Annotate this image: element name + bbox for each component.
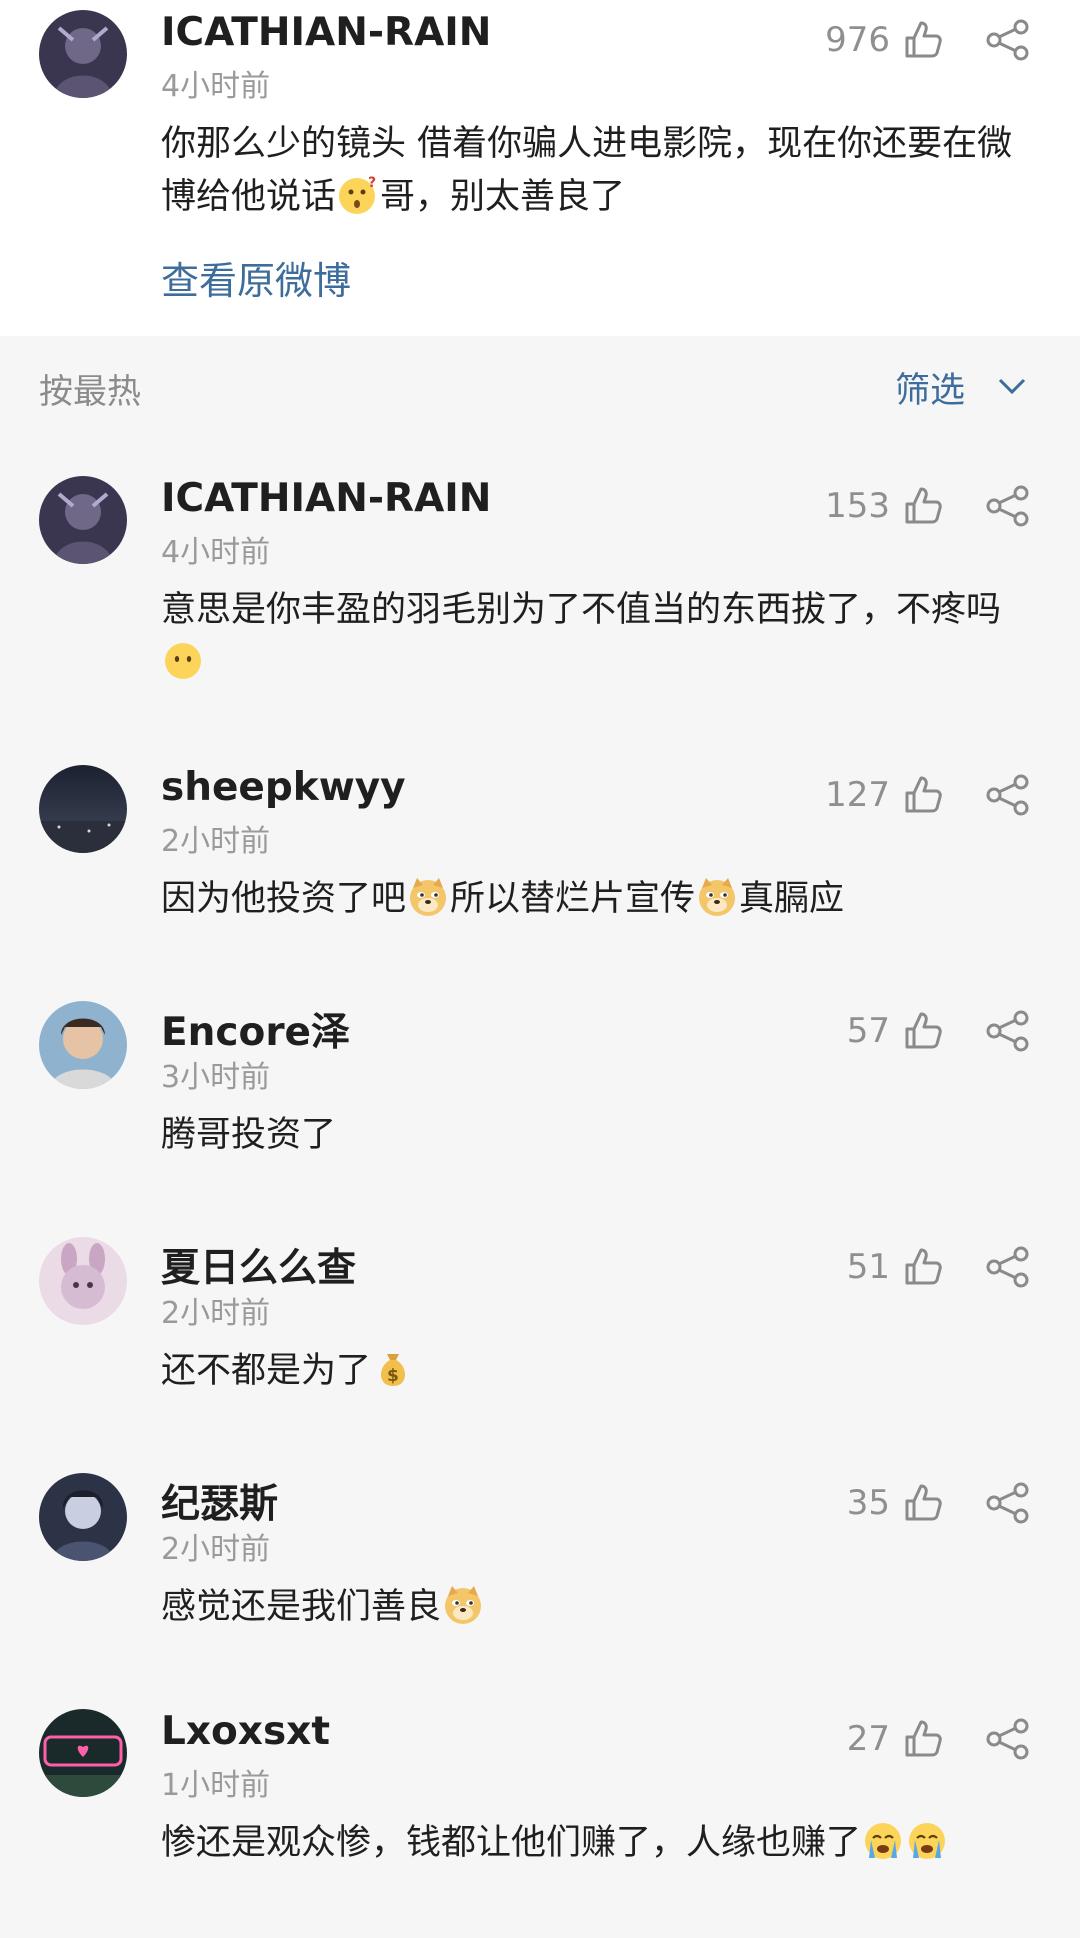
comment-text: 意思是你丰盈的羽毛别为了不值当的东西拔了，不疼吗 — [161, 584, 1041, 690]
comment-text: 惨还是观众惨，钱都让他们赚了，人缘也赚了 — [161, 1817, 1041, 1870]
like-count: 27 — [846, 1719, 890, 1759]
avatar[interactable] — [39, 10, 127, 98]
comment-text: 感觉还是我们善良 — [161, 1581, 1041, 1634]
avatar[interactable] — [39, 1001, 127, 1089]
thumbs-up-icon[interactable] — [903, 1717, 943, 1759]
filter-button[interactable]: 筛选 — [895, 362, 1026, 411]
view-original-weibo-link[interactable]: 查看原微博 — [161, 250, 351, 305]
timestamp: 4小时前 — [161, 69, 271, 104]
share-icon[interactable] — [985, 773, 1031, 817]
crying-face-emoji — [862, 1820, 904, 1862]
username[interactable]: ICATHIAN-RAIN — [161, 476, 491, 521]
comment-text: 腾哥投资了 — [161, 1115, 337, 1155]
share-icon[interactable] — [985, 484, 1031, 528]
money-bag-emoji — [372, 1348, 414, 1390]
chevron-down-icon — [998, 378, 1026, 395]
root-comment-card: ICATHIAN-RAIN 4小时前 976 你那么少的镜头 借着你骗人进电影院… — [0, 0, 1080, 336]
like-count: 35 — [846, 1483, 890, 1523]
timestamp: 4小时前 — [161, 535, 271, 570]
timestamp: 3小时前 — [161, 1060, 271, 1095]
filter-label: 筛选 — [895, 371, 966, 411]
timestamp: 2小时前 — [161, 1532, 271, 1567]
thumbs-up-icon[interactable] — [903, 18, 943, 60]
username[interactable]: Encore泽 — [161, 1001, 350, 1057]
username[interactable]: ICATHIAN-RAIN — [161, 10, 491, 55]
thinking-face-emoji — [337, 174, 379, 216]
like-count: 976 — [825, 20, 890, 60]
comment-text: 你那么少的镜头 借着你骗人进电影院，现在你还要在微博给他说话 哥，别太善良了 — [161, 124, 1013, 217]
like-count: 153 — [825, 486, 890, 526]
share-icon[interactable] — [985, 1245, 1031, 1289]
speechless-face-emoji — [162, 640, 204, 682]
doge-emoji — [696, 876, 738, 918]
comment-text: 因为他投资了吧 所以替烂片宣传 真膈应 — [161, 873, 1041, 926]
share-icon[interactable] — [985, 18, 1031, 62]
thumbs-up-icon[interactable] — [903, 1245, 943, 1287]
avatar[interactable] — [39, 1237, 127, 1325]
avatar[interactable] — [39, 1709, 127, 1797]
timestamp: 2小时前 — [161, 824, 271, 859]
like-count: 127 — [825, 775, 890, 815]
avatar[interactable] — [39, 765, 127, 853]
comment-text: 还不都是为了 — [161, 1345, 1041, 1398]
share-icon[interactable] — [985, 1481, 1031, 1525]
timestamp: 2小时前 — [161, 1296, 271, 1331]
avatar[interactable] — [39, 476, 127, 564]
thumbs-up-icon[interactable] — [903, 1009, 943, 1051]
doge-emoji — [442, 1584, 484, 1626]
thumbs-up-icon[interactable] — [903, 1481, 943, 1523]
username[interactable]: 纪瑟斯 — [161, 1473, 278, 1529]
thumbs-up-icon[interactable] — [903, 773, 943, 815]
doge-emoji — [407, 876, 449, 918]
sort-hottest-label[interactable]: 按最热 — [39, 364, 141, 413]
thumbs-up-icon[interactable] — [903, 484, 943, 526]
share-icon[interactable] — [985, 1717, 1031, 1761]
crying-face-emoji — [906, 1820, 948, 1862]
username[interactable]: sheepkwyy — [161, 765, 406, 810]
like-count: 51 — [846, 1247, 890, 1287]
username[interactable]: 夏日么么查 — [161, 1237, 356, 1293]
timestamp: 1小时前 — [161, 1768, 271, 1803]
avatar[interactable] — [39, 1473, 127, 1561]
share-icon[interactable] — [985, 1009, 1031, 1053]
username[interactable]: Lxoxsxt — [161, 1709, 330, 1754]
like-count: 57 — [846, 1011, 890, 1051]
